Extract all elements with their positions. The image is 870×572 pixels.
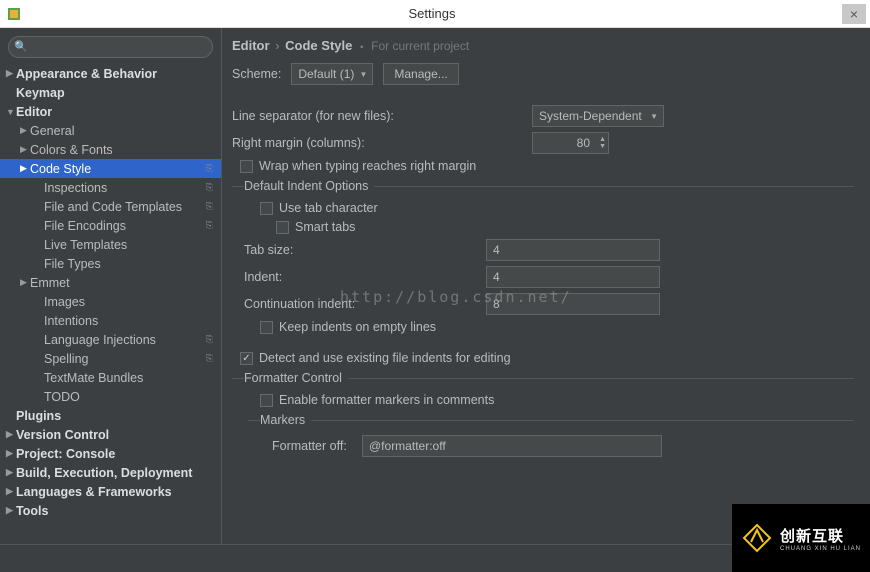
sidebar-item-todo[interactable]: TODO (0, 387, 221, 406)
detect-indents-checkbox[interactable]: Detect and use existing file indents for… (240, 351, 854, 365)
tree-arrow-icon: ▶ (20, 163, 30, 174)
brand-badge: 创新互联 CHUANG XIN HU LIAN (732, 504, 870, 572)
sidebar-item-appearance-behavior[interactable]: ▶Appearance & Behavior (0, 64, 221, 83)
sidebar-item-general[interactable]: ▶General (0, 121, 221, 140)
sidebar-item-language-injections[interactable]: Language Injections⎘ (0, 330, 221, 349)
scope-icon: ⎘ (206, 353, 213, 364)
line-separator-label: Line separator (for new files): (232, 109, 532, 123)
app-icon (6, 6, 22, 22)
formatter-off-label: Formatter off: (272, 439, 362, 453)
tree-arrow-icon: ▶ (20, 144, 30, 155)
sidebar-item-version-control[interactable]: ▶Version Control (0, 425, 221, 444)
continuation-input[interactable]: 8 (486, 293, 660, 315)
window-title: Settings (22, 6, 842, 21)
enable-markers-checkbox[interactable]: Enable formatter markers in comments (260, 393, 854, 407)
sidebar-item-live-templates[interactable]: Live Templates (0, 235, 221, 254)
scope-icon: ⎘ (206, 201, 213, 212)
sidebar-item-spelling[interactable]: Spelling⎘ (0, 349, 221, 368)
settings-tree: ▶Appearance & BehaviorKeymap▼Editor▶Gene… (0, 64, 221, 544)
titlebar: Settings × (0, 0, 870, 28)
scope-icon: ⎘ (206, 220, 213, 231)
tree-arrow-icon: ▶ (6, 429, 16, 440)
tree-arrow-icon: ▶ (6, 68, 16, 79)
sidebar-item-file-types[interactable]: File Types (0, 254, 221, 273)
sidebar-item-tools[interactable]: ▶Tools (0, 501, 221, 520)
manage-button[interactable]: Manage... (383, 63, 458, 85)
chevron-down-icon: ▼ (359, 70, 367, 79)
sidebar-item-textmate-bundles[interactable]: TextMate Bundles (0, 368, 221, 387)
sidebar-item-images[interactable]: Images (0, 292, 221, 311)
continuation-label: Continuation indent: (244, 297, 486, 311)
sidebar-item-file-and-code-templates[interactable]: File and Code Templates⎘ (0, 197, 221, 216)
line-separator-combo[interactable]: System-Dependent ▼ (532, 105, 664, 127)
right-margin-input[interactable]: 80 ▲▼ (532, 132, 609, 154)
sidebar-item-inspections[interactable]: Inspections⎘ (0, 178, 221, 197)
spinner-icon[interactable]: ▲▼ (599, 136, 606, 150)
indent-label: Indent: (244, 270, 486, 284)
indent-options-group: Default Indent Options Use tab character… (232, 179, 854, 343)
tree-arrow-icon: ▶ (6, 486, 16, 497)
scope-icon: ⎘ (206, 163, 213, 174)
search-input[interactable] (8, 36, 213, 58)
search-icon: 🔍 (14, 40, 28, 53)
sidebar-item-keymap[interactable]: Keymap (0, 83, 221, 102)
sidebar-item-emmet[interactable]: ▶Emmet (0, 273, 221, 292)
sidebar-item-editor[interactable]: ▼Editor (0, 102, 221, 121)
chevron-down-icon: ▼ (650, 112, 658, 121)
smart-tabs-checkbox[interactable]: Smart tabs (276, 220, 854, 234)
sidebar-item-project-console[interactable]: ▶Project: Console (0, 444, 221, 463)
formatter-off-input[interactable]: @formatter:off (362, 435, 662, 457)
close-button[interactable]: × (842, 4, 866, 24)
markers-group: Markers Formatter off: @formatter:off (248, 413, 854, 466)
sidebar-item-intentions[interactable]: Intentions (0, 311, 221, 330)
tab-size-input[interactable]: 4 (486, 239, 660, 261)
tree-arrow-icon: ▶ (20, 277, 30, 288)
sidebar-item-code-style[interactable]: ▶Code Style⎘ (0, 159, 221, 178)
tab-size-label: Tab size: (244, 243, 486, 257)
scope-icon: ⎘ (206, 334, 213, 345)
scheme-label: Scheme: (232, 67, 281, 81)
tree-arrow-icon: ▶ (6, 467, 16, 478)
breadcrumb: Editor › Code Style ▪ For current projec… (232, 38, 854, 53)
sidebar-item-plugins[interactable]: Plugins (0, 406, 221, 425)
tree-arrow-icon: ▶ (6, 448, 16, 459)
wrap-checkbox[interactable]: Wrap when typing reaches right margin (240, 159, 854, 173)
scheme-combo[interactable]: Default (1) ▼ (291, 63, 373, 85)
tree-arrow-icon: ▶ (20, 125, 30, 136)
sidebar-item-file-encodings[interactable]: File Encodings⎘ (0, 216, 221, 235)
main-panel: Editor › Code Style ▪ For current projec… (222, 28, 870, 544)
sidebar-item-languages-frameworks[interactable]: ▶Languages & Frameworks (0, 482, 221, 501)
tree-arrow-icon: ▼ (6, 107, 16, 117)
scope-icon: ⎘ (206, 182, 213, 193)
keep-empty-checkbox[interactable]: Keep indents on empty lines (260, 320, 854, 334)
right-margin-label: Right margin (columns): (232, 136, 532, 150)
sidebar-item-colors-fonts[interactable]: ▶Colors & Fonts (0, 140, 221, 159)
tree-arrow-icon: ▶ (6, 505, 16, 516)
use-tab-checkbox[interactable]: Use tab character (260, 201, 854, 215)
indent-input[interactable]: 4 (486, 266, 660, 288)
sidebar: 🔍 ▶Appearance & BehaviorKeymap▼Editor▶Ge… (0, 28, 222, 544)
formatter-control-group: Formatter Control Enable formatter marke… (232, 371, 854, 476)
sidebar-item-build-execution-deployment[interactable]: ▶Build, Execution, Deployment (0, 463, 221, 482)
